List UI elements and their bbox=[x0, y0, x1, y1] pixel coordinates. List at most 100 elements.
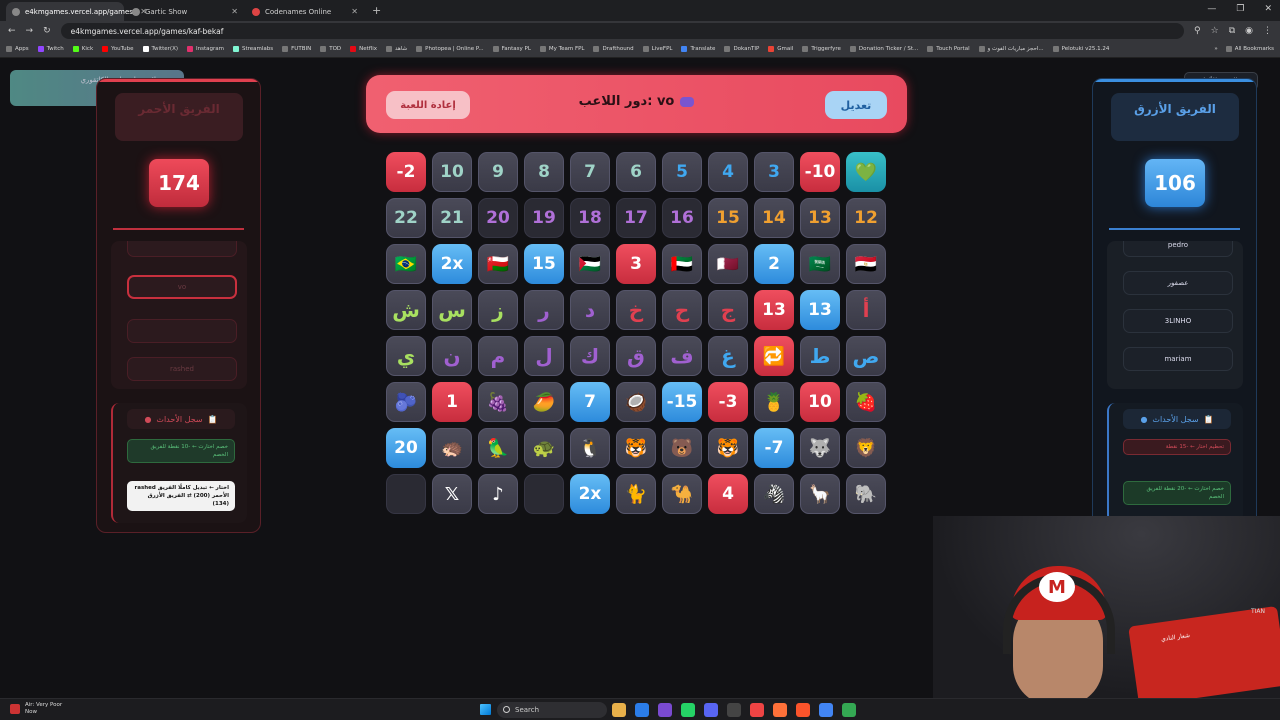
menu-icon[interactable]: ⋮ bbox=[1263, 26, 1272, 36]
board-cell[interactable]: 6 bbox=[616, 152, 656, 192]
board-cell[interactable]: 19 bbox=[524, 198, 564, 238]
board-cell[interactable]: 15 bbox=[524, 244, 564, 284]
bookmark-item[interactable]: Fantasy PL bbox=[492, 46, 531, 52]
board-cell[interactable]: 🍓 bbox=[846, 382, 886, 422]
board-cell[interactable]: 3 bbox=[616, 244, 656, 284]
bookmark-item[interactable]: Netflix bbox=[350, 46, 377, 52]
board-cell[interactable]: ي bbox=[386, 336, 426, 376]
close-icon[interactable]: ✕ bbox=[231, 7, 238, 16]
board-cell[interactable]: -15 bbox=[662, 382, 702, 422]
board-cell[interactable]: ك bbox=[570, 336, 610, 376]
board-cell[interactable]: 1 bbox=[432, 382, 472, 422]
new-tab-button[interactable]: + bbox=[372, 4, 381, 17]
player-item[interactable]: pedro bbox=[1123, 241, 1233, 257]
chevron-right-icon[interactable]: » bbox=[1214, 46, 1217, 52]
forward-arrow-icon[interactable]: → bbox=[26, 26, 34, 36]
board-cell[interactable]: 20 bbox=[478, 198, 518, 238]
board-cell[interactable]: ن bbox=[432, 336, 472, 376]
board-cell[interactable]: ش bbox=[386, 290, 426, 330]
bookmark-item[interactable]: My Team FPL bbox=[539, 46, 584, 52]
board-cell[interactable]: -3 bbox=[708, 382, 748, 422]
close-icon[interactable]: ✕ bbox=[351, 7, 358, 16]
board-cell[interactable]: 💚 bbox=[846, 152, 886, 192]
board-cell[interactable]: 🐢 bbox=[524, 428, 564, 468]
chrome-icon[interactable] bbox=[819, 703, 833, 717]
discord-icon[interactable] bbox=[704, 703, 718, 717]
board-cell[interactable]: ص bbox=[846, 336, 886, 376]
board-cell[interactable]: ز bbox=[478, 290, 518, 330]
board-cell[interactable] bbox=[524, 474, 564, 514]
board-cell[interactable]: 🦁 bbox=[846, 428, 886, 468]
board-cell[interactable]: ق bbox=[616, 336, 656, 376]
weather-widget[interactable]: Air: Very Poor Now bbox=[10, 702, 62, 716]
board-cell[interactable]: ج bbox=[708, 290, 748, 330]
board-cell[interactable]: 🇸🇦 bbox=[800, 244, 840, 284]
reload-icon[interactable]: ↻ bbox=[43, 26, 51, 36]
board-cell[interactable]: -2 bbox=[386, 152, 426, 192]
board-cell[interactable]: ف bbox=[662, 336, 702, 376]
bookmark-item[interactable]: Pelotuki v25.1.24 bbox=[1052, 46, 1109, 52]
board-cell[interactable]: 🇧🇷 bbox=[386, 244, 426, 284]
profile-icon[interactable]: ◉ bbox=[1245, 26, 1253, 36]
copilot-icon[interactable] bbox=[635, 703, 649, 717]
player-item[interactable]: 3LINHO bbox=[1123, 309, 1233, 333]
bookmark-item[interactable]: Drafthound bbox=[593, 46, 634, 52]
bookmark-item[interactable]: Twitter(X) bbox=[142, 46, 178, 52]
board-cell[interactable]: ر bbox=[524, 290, 564, 330]
bookmark-item[interactable]: Translate bbox=[681, 46, 715, 52]
bookmark-item[interactable]: شاهد bbox=[386, 46, 407, 52]
board-cell[interactable]: 2 bbox=[754, 244, 794, 284]
board-cell[interactable] bbox=[386, 474, 426, 514]
windows-start-icon[interactable] bbox=[480, 704, 491, 715]
board-cell[interactable]: 🐘 bbox=[846, 474, 886, 514]
bookmark-item[interactable]: Gmail bbox=[768, 46, 793, 52]
board-cell[interactable]: 🥥 bbox=[616, 382, 656, 422]
board-cell[interactable]: 7 bbox=[570, 382, 610, 422]
board-cell[interactable]: 4 bbox=[708, 152, 748, 192]
bookmark-item[interactable]: Twitch bbox=[37, 46, 64, 52]
board-cell[interactable]: 🐧 bbox=[570, 428, 610, 468]
board-cell[interactable]: 🐻 bbox=[662, 428, 702, 468]
board-cell[interactable]: 🇶🇦 bbox=[708, 244, 748, 284]
bookmark-item[interactable]: Kick bbox=[72, 46, 93, 52]
board-cell[interactable]: خ bbox=[616, 290, 656, 330]
bookmark-item[interactable]: Streamlabs bbox=[232, 46, 273, 52]
tab-e4kmgames[interactable]: e4kmgames.vercel.app/games/✕ bbox=[6, 2, 147, 21]
whatsapp-icon[interactable] bbox=[681, 703, 695, 717]
extensions-icon[interactable]: ⧉ bbox=[1229, 26, 1235, 36]
board-cell[interactable]: 🦓 bbox=[754, 474, 794, 514]
tab-gartic-show[interactable]: Gartic Show ✕ bbox=[126, 2, 244, 21]
board-cell[interactable]: -10 bbox=[800, 152, 840, 192]
board-cell[interactable]: 20 bbox=[386, 428, 426, 468]
board-cell[interactable]: 🦙 bbox=[800, 474, 840, 514]
player-item[interactable]: vo bbox=[127, 275, 237, 299]
board-cell[interactable]: 9 bbox=[478, 152, 518, 192]
widgets-icon[interactable] bbox=[612, 703, 626, 717]
taskbar-search[interactable]: Search bbox=[497, 702, 607, 718]
board-cell[interactable]: 12 bbox=[846, 198, 886, 238]
board-cell[interactable]: 🫐 bbox=[386, 382, 426, 422]
player-item[interactable]: mariam bbox=[1123, 347, 1233, 371]
board-cell[interactable]: 🐈 bbox=[616, 474, 656, 514]
board-cell[interactable]: ♪ bbox=[478, 474, 518, 514]
board-cell[interactable]: 4 bbox=[708, 474, 748, 514]
board-cell[interactable]: 🍇 bbox=[478, 382, 518, 422]
board-cell[interactable]: 🇦🇪 bbox=[662, 244, 702, 284]
board-cell[interactable]: 14 bbox=[754, 198, 794, 238]
app-icon[interactable] bbox=[727, 703, 741, 717]
player-item[interactable] bbox=[127, 241, 237, 257]
bookmark-item[interactable]: Photopea | Online P... bbox=[416, 46, 484, 52]
bookmark-item[interactable]: YouTube bbox=[102, 46, 134, 52]
board-cell[interactable]: 🥭 bbox=[524, 382, 564, 422]
bookmark-item[interactable]: Donation Ticker / St... bbox=[849, 46, 918, 52]
board-cell[interactable]: 🦔 bbox=[432, 428, 472, 468]
board-cell[interactable]: 🍍 bbox=[754, 382, 794, 422]
board-cell[interactable]: 🇵🇸 bbox=[570, 244, 610, 284]
board-cell[interactable]: 13 bbox=[800, 290, 840, 330]
back-arrow-icon[interactable]: ← bbox=[8, 26, 16, 36]
board-cell[interactable]: 2x bbox=[432, 244, 472, 284]
board-cell[interactable]: 10 bbox=[800, 382, 840, 422]
board-cell[interactable]: 🐪 bbox=[662, 474, 702, 514]
bookmark-item[interactable]: احجز مباريات الفوت و... bbox=[978, 46, 1044, 52]
board-cell[interactable]: 🔁 bbox=[754, 336, 794, 376]
